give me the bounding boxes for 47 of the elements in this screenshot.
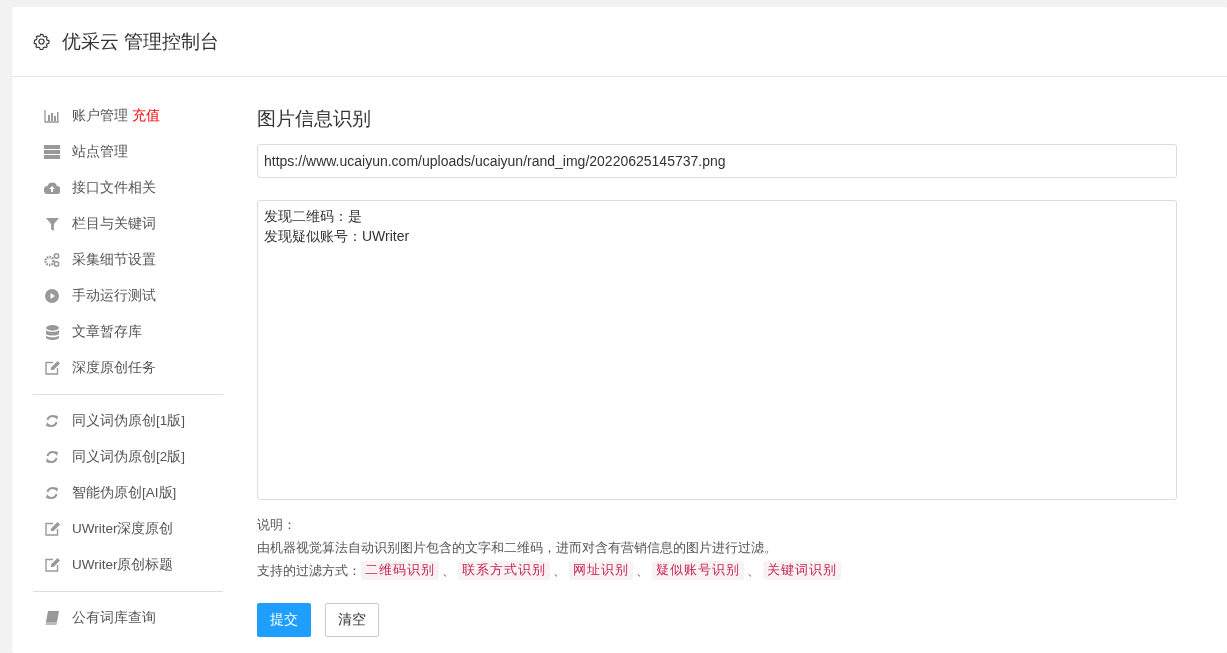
page-heading: 图片信息识别 [257,107,372,131]
bar-chart-icon [44,109,60,123]
server-icon [44,145,60,159]
recharge-link[interactable]: 充值 [132,107,160,125]
edit-icon [44,558,60,572]
sidebar-link[interactable]: UWriter深度原创 [72,520,174,538]
url-field[interactable]: https://www.ucaiyun.com/uploads/ucaiyun/rand_img/20220625145737.png [257,144,1177,178]
filter-tag: 二维码识别 [361,561,439,580]
edit-icon [44,522,60,536]
notes-description: 由机器视觉算法自动识别图片包含的文字和二维码，进而对含有营销信息的图片进行过滤。 [257,539,778,557]
filter-tag: 联系方式识别 [458,561,550,580]
sidebar-link[interactable]: 账户管理 [72,107,128,125]
sidebar-link[interactable]: 栏目与关键词 [72,215,156,233]
separator-mark: 、 [747,562,760,580]
refresh-icon [45,414,59,428]
sidebar-link[interactable]: 站点管理 [72,143,128,161]
sidebar-link[interactable]: 手动运行测试 [72,287,156,305]
cloud-upload-icon [44,182,60,194]
edit-icon [44,361,60,375]
separator-mark: 、 [636,562,649,580]
result-field[interactable]: 发现二维码：是 发现疑似账号：UWriter [257,200,1177,500]
notes-title: 说明： [257,516,297,534]
database-icon [45,324,59,340]
sidebar-link[interactable]: 公有词库查询 [72,609,156,627]
sidebar-link[interactable]: UWriter原创标题 [72,556,174,574]
sidebar-link[interactable]: 智能伪原创[AI版] [72,484,177,502]
sidebar-link[interactable]: 同义词伪原创[2版] [72,448,185,466]
sidebar-link[interactable]: 深度原创任务 [72,359,156,377]
play-icon [45,289,59,303]
book-icon [45,611,59,625]
refresh-icon [45,450,59,464]
settings-icon [33,33,50,50]
gears-icon [44,253,60,267]
sidebar-link[interactable]: 采集细节设置 [72,251,156,269]
filter-tag: 关键词识别 [763,561,841,580]
separator-mark: 、 [553,562,566,580]
filter-icon [45,217,59,231]
filter-tag: 疑似账号识别 [652,561,744,580]
filter-tag: 网址识别 [569,561,633,580]
sidebar-link[interactable]: 接口文件相关 [72,179,156,197]
filters-label: 支持的过滤方式： [257,562,361,580]
sidebar-link[interactable]: 同义词伪原创[1版] [72,412,185,430]
separator-mark: 、 [442,562,455,580]
clear-button[interactable]: 清空 [325,603,379,637]
refresh-icon [45,486,59,500]
header-title: 优采云 管理控制台 [62,29,220,54]
sidebar-link[interactable]: 文章暂存库 [72,323,142,341]
